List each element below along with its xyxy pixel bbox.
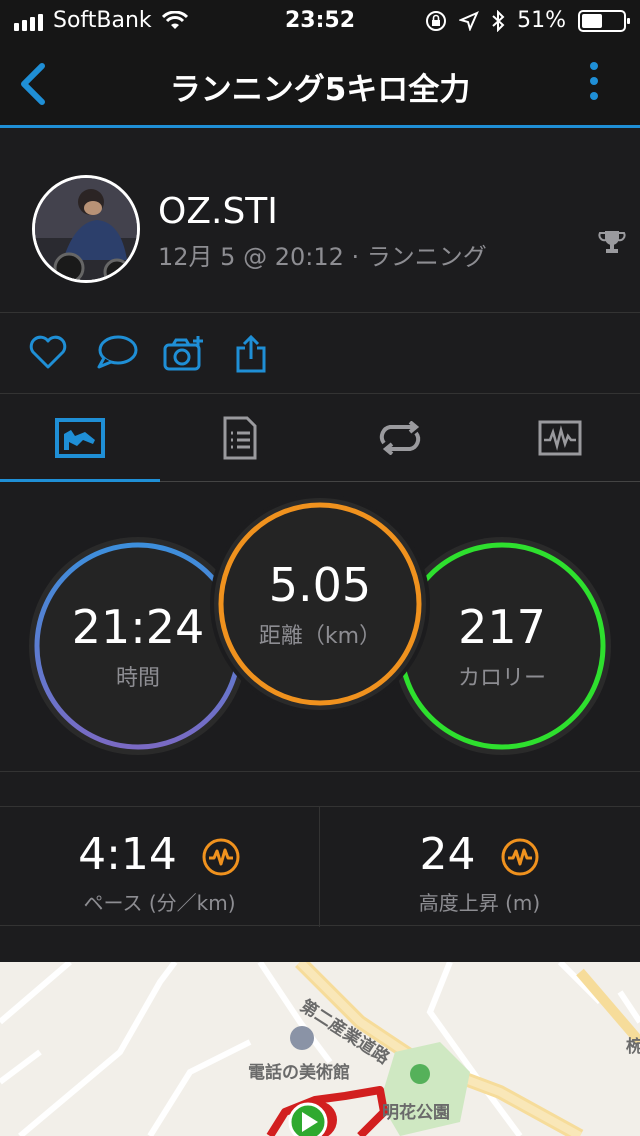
stats-row: 4:14 ペース (分／km) 24 高度上昇 (m) <box>0 806 640 927</box>
pace-stat[interactable]: 4:14 ペース (分／km) <box>0 807 319 927</box>
calories-metric[interactable]: 217 カロリー <box>401 545 603 747</box>
add-photo-button[interactable] <box>162 334 204 374</box>
map-label-park: 明花公園 <box>382 1103 450 1123</box>
tab-overview[interactable] <box>0 394 160 483</box>
share-icon <box>236 334 266 373</box>
route-map[interactable]: 電話の美術館 明花公園 第二産業道路 椀 <box>0 962 640 1136</box>
document-list-icon <box>223 416 257 460</box>
camera-plus-icon <box>163 336 203 371</box>
time-metric[interactable]: 21:24 時間 <box>37 545 239 747</box>
overview-chart-icon <box>55 418 105 458</box>
activity-date-type: 12月 5 @ 20:12 · ランニング <box>158 243 487 271</box>
pulse-icon <box>501 838 538 876</box>
pulse-icon <box>202 838 240 876</box>
tab-details[interactable] <box>160 394 320 482</box>
heart-icon <box>29 335 67 369</box>
elevation-stat[interactable]: 24 高度上昇 (m) <box>320 807 639 927</box>
elevation-value: 24 <box>419 829 476 880</box>
user-name[interactable]: OZ.STI <box>158 191 278 232</box>
more-options-button[interactable] <box>590 62 600 108</box>
orientation-lock-icon <box>426 10 447 31</box>
battery-percent: 51% <box>517 8 566 33</box>
calories-label: カロリー <box>457 666 546 691</box>
calories-value: 217 <box>458 600 546 654</box>
nav-bar: ランニング5キロ全力 <box>0 40 640 128</box>
distance-label: 距離（km） <box>258 624 382 649</box>
map-label-edge: 椀 <box>626 1037 640 1057</box>
avatar-image <box>35 178 137 280</box>
share-button[interactable] <box>234 334 276 374</box>
action-bar <box>0 314 640 394</box>
bluetooth-icon <box>492 9 505 32</box>
repeat-icon <box>379 421 421 455</box>
page-title: ランニング5キロ全力 <box>169 72 471 108</box>
status-bar: SoftBank 23:52 51% <box>0 0 640 40</box>
avatar[interactable] <box>32 175 140 283</box>
metrics-panel: 21:24 時間 217 カロリー 5.05 距離（km） <box>0 482 640 772</box>
elevation-label: 高度上昇 (m) <box>418 891 541 915</box>
like-button[interactable] <box>28 334 70 374</box>
battery-icon <box>578 9 630 32</box>
comment-button[interactable] <box>96 334 138 374</box>
tab-graphs[interactable] <box>480 394 640 482</box>
trophy-icon[interactable] <box>598 228 626 256</box>
activity-header: OZ.STI 12月 5 @ 20:12 · ランニング <box>0 131 640 313</box>
map-canvas <box>0 962 640 1136</box>
activity-tabs <box>0 394 640 483</box>
distance-value: 5.05 <box>268 558 372 612</box>
map-label-museum: 電話の美術館 <box>248 1063 350 1083</box>
graph-icon <box>538 420 582 456</box>
time-label: 時間 <box>115 666 160 691</box>
speech-bubble-icon <box>97 335 138 369</box>
distance-metric[interactable]: 5.05 距離（km） <box>221 505 419 703</box>
pace-value: 4:14 <box>78 829 177 880</box>
tab-laps[interactable] <box>320 394 480 482</box>
pace-label: ペース (分／km) <box>83 891 236 915</box>
location-arrow-icon <box>459 10 480 31</box>
time-value: 21:24 <box>71 600 205 654</box>
